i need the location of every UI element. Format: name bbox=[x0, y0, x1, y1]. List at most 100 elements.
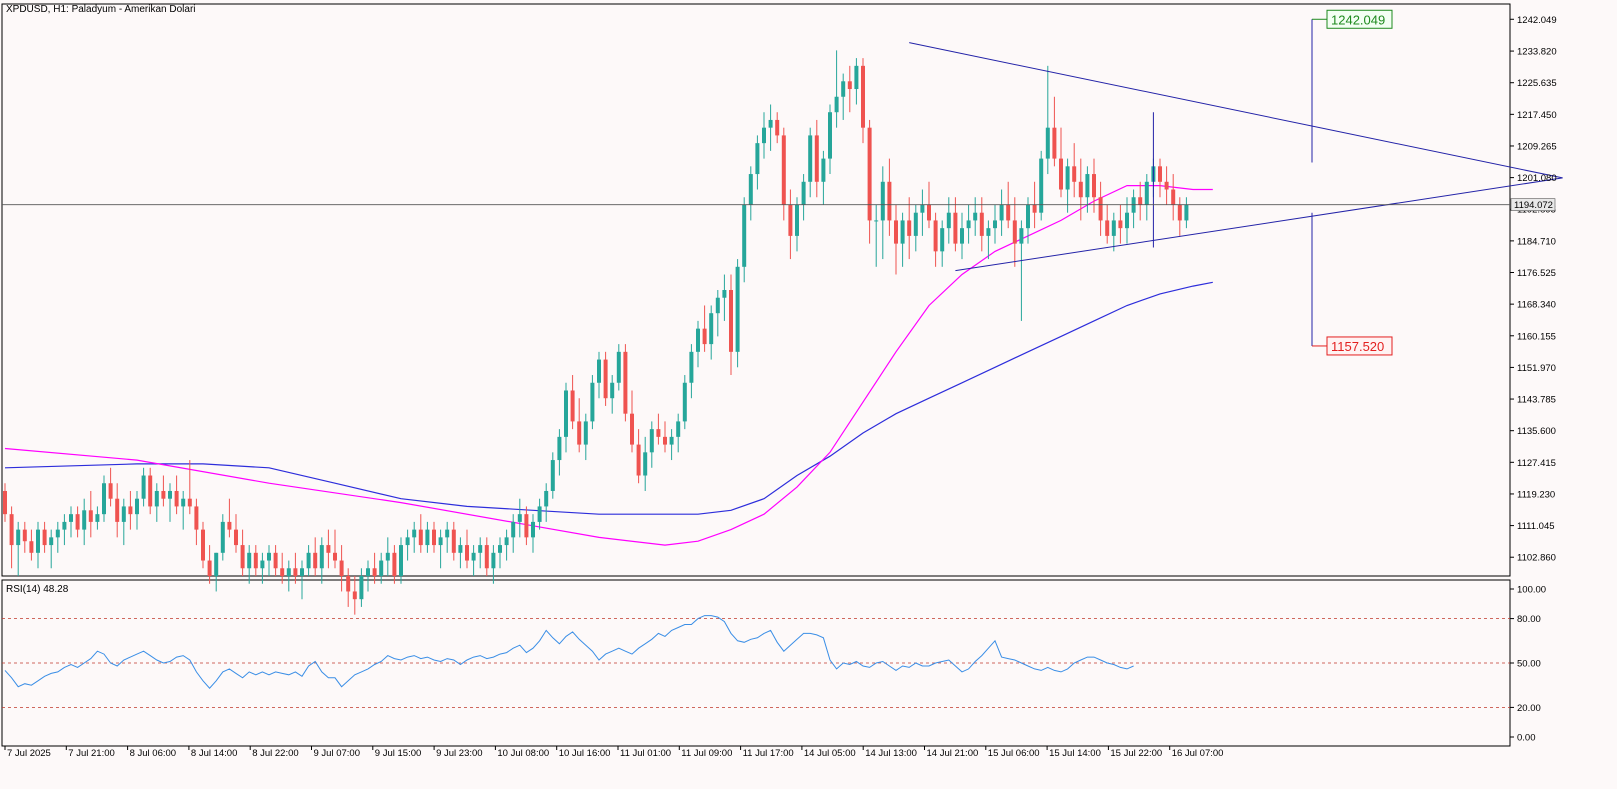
price-axis-label: 1102.860 bbox=[1517, 553, 1556, 564]
time-axis-label: 11 Jul 17:00 bbox=[743, 748, 794, 759]
candle bbox=[735, 259, 740, 368]
price-axis-label: 1168.340 bbox=[1517, 300, 1556, 311]
candle-body bbox=[781, 135, 786, 205]
candle-body bbox=[9, 514, 14, 546]
candle-body bbox=[623, 351, 628, 414]
candle-body bbox=[979, 212, 984, 236]
candle-body bbox=[234, 529, 238, 546]
candle-body bbox=[141, 475, 146, 499]
candle-body bbox=[960, 228, 964, 244]
candle-body bbox=[544, 490, 549, 507]
candle-body bbox=[135, 498, 139, 515]
candle-body bbox=[194, 506, 199, 530]
price-axis-label: 1209.265 bbox=[1517, 141, 1557, 152]
price-axis-label: 1217.450 bbox=[1517, 110, 1557, 121]
candle-body bbox=[696, 328, 700, 352]
candle-body bbox=[313, 552, 318, 569]
price-axis-label: 1111.045 bbox=[1517, 521, 1555, 532]
candle-body bbox=[603, 359, 608, 399]
current-price-label: 1194.072 bbox=[1514, 200, 1553, 211]
candle-body bbox=[267, 552, 271, 561]
candle-body bbox=[207, 560, 212, 576]
candle-body bbox=[465, 545, 469, 561]
candle-body bbox=[359, 576, 364, 600]
candle-body bbox=[372, 568, 377, 576]
candle-body bbox=[29, 541, 34, 553]
candle-body bbox=[986, 228, 991, 236]
candle-body bbox=[484, 545, 489, 569]
candle-body bbox=[220, 521, 225, 553]
candle-body bbox=[458, 545, 463, 553]
candle-body bbox=[392, 552, 397, 576]
candle-body bbox=[788, 204, 793, 236]
candle-body bbox=[894, 220, 898, 244]
rsi-axis-label: 80.00 bbox=[1517, 614, 1541, 625]
candle-body bbox=[168, 490, 172, 499]
time-axis-label: 9 Jul 07:00 bbox=[314, 748, 360, 759]
candle-body bbox=[973, 212, 978, 221]
time-axis-label: 8 Jul 14:00 bbox=[191, 748, 237, 759]
candle-body bbox=[597, 359, 601, 383]
candle-body bbox=[841, 81, 846, 97]
candle-body bbox=[418, 529, 423, 546]
candle-body bbox=[1125, 212, 1129, 229]
chart-background bbox=[0, 0, 1617, 789]
candle-body bbox=[1105, 220, 1110, 236]
candle-body bbox=[742, 204, 747, 267]
candle-body bbox=[36, 529, 40, 553]
time-axis-label: 10 Jul 08:00 bbox=[497, 748, 549, 759]
candle-body bbox=[1019, 228, 1024, 244]
candle-body bbox=[920, 204, 925, 213]
candle-body bbox=[293, 568, 298, 576]
candle-body bbox=[1078, 181, 1083, 198]
candle-body bbox=[399, 545, 403, 576]
candle-body bbox=[379, 560, 384, 576]
price-axis-label: 1176.525 bbox=[1517, 268, 1556, 279]
rsi-axis-label: 20.00 bbox=[1517, 703, 1541, 714]
time-axis-label: 11 Jul 01:00 bbox=[620, 748, 671, 759]
candle-body bbox=[828, 112, 832, 159]
candle-body bbox=[253, 552, 258, 569]
time-axis-label: 15 Jul 14:00 bbox=[1049, 748, 1101, 759]
candle-body bbox=[161, 490, 166, 499]
candle-body bbox=[95, 514, 100, 522]
price-axis-label: 1160.155 bbox=[1517, 331, 1556, 342]
candle-body bbox=[768, 119, 773, 128]
candle-body bbox=[1111, 220, 1116, 236]
candle-body bbox=[128, 506, 133, 515]
candle-body bbox=[1085, 174, 1090, 198]
rsi-title: RSI(14) 48.28 bbox=[6, 584, 69, 595]
candle-body bbox=[577, 421, 582, 445]
candle-body bbox=[187, 498, 192, 507]
price-axis-label: 1151.970 bbox=[1517, 363, 1556, 374]
time-axis-label: 14 Jul 13:00 bbox=[865, 748, 917, 759]
candle-body bbox=[953, 212, 958, 244]
candle-body bbox=[504, 537, 509, 546]
price-axis-label: 1119.230 bbox=[1517, 489, 1555, 500]
candle-body bbox=[1164, 181, 1169, 190]
candle-body bbox=[273, 552, 278, 569]
time-axis-label: 8 Jul 06:00 bbox=[130, 748, 176, 759]
candle-body bbox=[1144, 181, 1149, 205]
candle-body bbox=[1138, 197, 1143, 205]
candle-body bbox=[517, 514, 522, 522]
candle-body bbox=[498, 545, 502, 553]
rsi-axis-label: 0.00 bbox=[1517, 733, 1536, 744]
candle-body bbox=[874, 220, 879, 222]
time-axis-label: 16 Jul 07:00 bbox=[1172, 748, 1224, 759]
candle-body bbox=[471, 552, 476, 561]
candle-body bbox=[511, 521, 516, 538]
candle-body bbox=[22, 529, 27, 542]
chart-window: 1242.049 1157.520 1242.049 1233.820 1225.63… bbox=[0, 0, 1617, 789]
candle-body bbox=[847, 81, 852, 90]
candle-body bbox=[154, 490, 159, 507]
candle-body bbox=[999, 204, 1004, 221]
candle-body bbox=[346, 576, 351, 592]
candle-body bbox=[240, 545, 245, 569]
candle-body bbox=[729, 290, 733, 352]
time-axis-label: 15 Jul 06:00 bbox=[988, 748, 1040, 759]
time-axis-label: 14 Jul 05:00 bbox=[804, 748, 856, 759]
candle-body bbox=[49, 537, 54, 546]
candle-body bbox=[524, 514, 529, 538]
candle-body bbox=[531, 521, 535, 538]
